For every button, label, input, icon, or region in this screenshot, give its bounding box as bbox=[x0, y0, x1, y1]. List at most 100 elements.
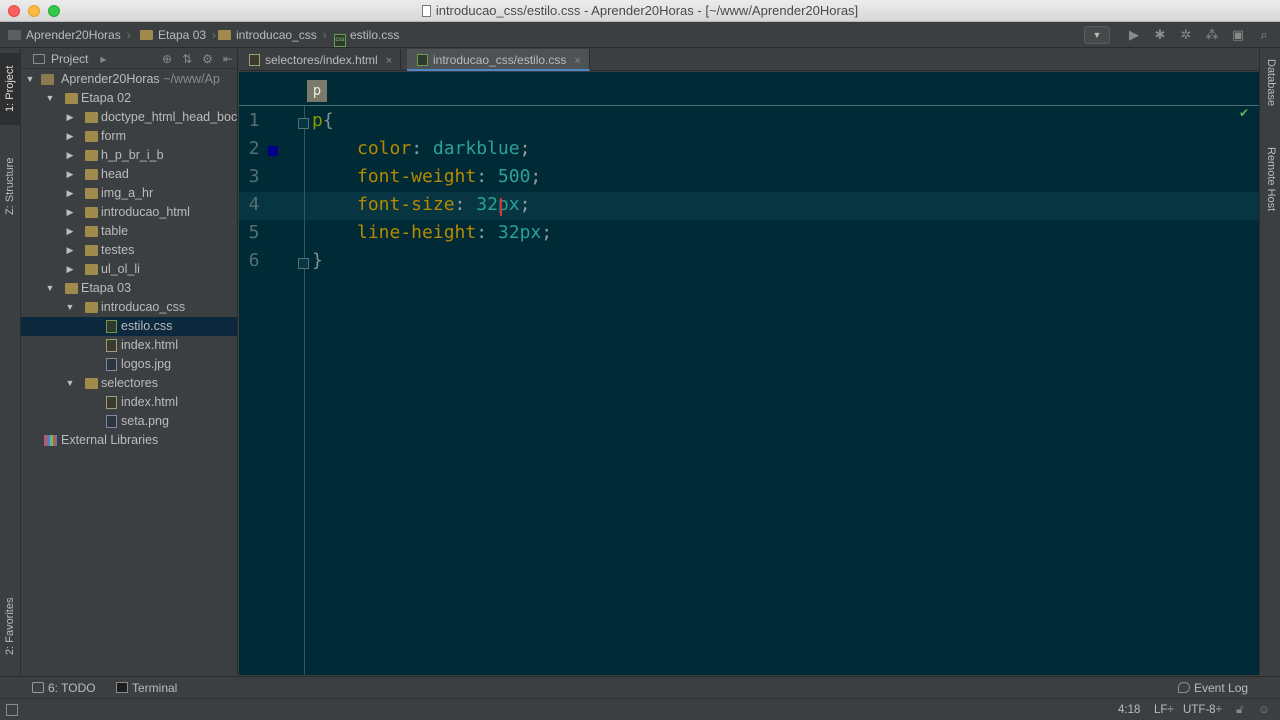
locate-file-icon[interactable]: ⊕ bbox=[162, 49, 172, 69]
triangle-down-icon[interactable]: ▼ bbox=[65, 374, 75, 393]
window-title-text: introducao_css/estilo.css - Aprender20Ho… bbox=[435, 3, 859, 18]
tree-folder-label: testes bbox=[101, 243, 135, 257]
fold-marker-icon[interactable] bbox=[298, 258, 309, 269]
code-line-5: line-height: 32px; bbox=[357, 222, 553, 243]
nav-crumb-label: Aprender20Horas bbox=[26, 28, 121, 42]
folder-icon bbox=[85, 131, 98, 142]
tree-root[interactable]: ▼ Aprender20Horas ~/www/Ap bbox=[21, 70, 237, 89]
triangle-right-icon[interactable]: ▶ bbox=[65, 127, 75, 146]
triangle-down-icon[interactable]: ▼ bbox=[45, 89, 55, 108]
tree-folder-etapa02[interactable]: ▼ Etapa 02 bbox=[21, 89, 237, 108]
fold-marker-icon[interactable] bbox=[298, 118, 309, 129]
triangle-right-icon[interactable]: ▶ bbox=[65, 222, 75, 241]
triangle-right-icon[interactable]: ▶ bbox=[65, 260, 75, 279]
tree-folder-selectores[interactable]: ▼ selectores bbox=[21, 374, 237, 393]
checkmark-icon: ✔ bbox=[1238, 106, 1249, 120]
nav-crumb-etapa03[interactable]: Etapa 03 › bbox=[140, 22, 216, 48]
search-everywhere-icon[interactable]: ⌕ bbox=[1254, 25, 1274, 45]
tree-folder-introducao-css[interactable]: ▼ introducao_css bbox=[21, 298, 237, 317]
tree-folder-form[interactable]: ▶ form bbox=[21, 127, 237, 146]
caret-position[interactable]: 4:18 bbox=[1118, 699, 1140, 720]
css-property: color bbox=[357, 138, 412, 159]
triangle-right-icon[interactable]: ▶ bbox=[65, 165, 75, 184]
folder-icon bbox=[41, 74, 54, 85]
nav-crumb-label: estilo.css bbox=[350, 28, 400, 42]
tree-folder-head[interactable]: ▶ head bbox=[21, 165, 237, 184]
tool-tab-label: 1: Project bbox=[4, 65, 16, 113]
todo-icon bbox=[32, 682, 44, 693]
speech-bubble-icon bbox=[1178, 682, 1190, 693]
stop-icon[interactable]: ▣ bbox=[1228, 25, 1248, 45]
caret-right-icon[interactable]: ▸ bbox=[100, 52, 106, 66]
tree-file-seta-png[interactable]: seta.png bbox=[21, 412, 237, 431]
line-number: 3 bbox=[248, 166, 260, 187]
triangle-right-icon[interactable]: ▶ bbox=[65, 108, 75, 127]
breadcrumb-tag-p[interactable]: p bbox=[307, 80, 327, 102]
close-tab-icon[interactable]: × bbox=[386, 55, 392, 67]
tree-folder-testes[interactable]: ▶ testes bbox=[21, 241, 237, 260]
event-log-label: Event Log bbox=[1194, 681, 1249, 695]
triangle-down-icon[interactable]: ▼ bbox=[45, 279, 55, 298]
html-file-icon bbox=[106, 339, 117, 352]
folder-icon bbox=[85, 302, 98, 313]
triangle-down-icon[interactable]: ▼ bbox=[25, 70, 35, 89]
triangle-right-icon[interactable]: ▶ bbox=[65, 184, 75, 203]
tab-introducao-css-estilo-css[interactable]: introducao_css/estilo.css × bbox=[407, 49, 590, 71]
tree-folder-table[interactable]: ▶ table bbox=[21, 222, 237, 241]
editor-breadcrumb: p bbox=[239, 72, 1259, 106]
tree-folder-label: head bbox=[101, 167, 129, 181]
tree-file-estilo-css[interactable]: estilo.css bbox=[21, 317, 237, 336]
run-config-dropdown[interactable]: ▼ bbox=[1084, 26, 1110, 44]
tree-root-name: Aprender20Horas bbox=[61, 72, 160, 86]
tool-tab-remote-host[interactable]: Remote Host bbox=[1260, 147, 1280, 237]
coverage-icon[interactable]: ✲ bbox=[1176, 25, 1196, 45]
line-separator-selector[interactable]: LF÷ bbox=[1154, 699, 1174, 720]
color-swatch-darkblue[interactable] bbox=[268, 146, 278, 156]
terminal-tool-button[interactable]: Terminal bbox=[116, 677, 177, 699]
profile-icon[interactable]: ⁂ bbox=[1202, 25, 1222, 45]
tree-folder-label: introducao_css bbox=[101, 300, 186, 314]
tool-tab-label: Z: Structure bbox=[4, 157, 16, 215]
tree-file-label: seta.png bbox=[121, 414, 169, 428]
encoding-selector[interactable]: UTF-8÷ bbox=[1183, 699, 1222, 720]
tree-file-index-html[interactable]: index.html bbox=[21, 336, 237, 355]
settings-gear-icon[interactable]: ⚙ bbox=[202, 49, 213, 69]
run-icon[interactable]: ▶ bbox=[1124, 25, 1144, 45]
lock-icon[interactable]: 🔓︎ bbox=[1236, 699, 1243, 720]
tool-tab-favorites[interactable]: 2: Favorites bbox=[0, 581, 21, 671]
left-tool-strip: 1: Project Z: Structure 2: Favorites bbox=[0, 49, 21, 675]
nav-crumb-introducao-css[interactable]: introducao_css › bbox=[218, 22, 327, 48]
tool-tab-structure[interactable]: Z: Structure bbox=[0, 145, 21, 227]
tree-folder-h-p-br-i-b[interactable]: ▶ h_p_br_i_b bbox=[21, 146, 237, 165]
todo-tool-button[interactable]: 6: TODO bbox=[32, 677, 96, 699]
tool-tab-project[interactable]: 1: Project bbox=[0, 53, 21, 125]
debug-icon[interactable]: ✱ bbox=[1150, 25, 1170, 45]
tab-selectores-index-html[interactable]: selectores/index.html × bbox=[239, 49, 402, 71]
close-tab-icon[interactable]: × bbox=[574, 55, 580, 67]
folder-icon bbox=[8, 30, 21, 40]
tree-folder-img-a-hr[interactable]: ▶ img_a_hr bbox=[21, 184, 237, 203]
triangle-right-icon[interactable]: ▶ bbox=[65, 241, 75, 260]
tree-folder-doctype[interactable]: ▶ doctype_html_head_boc bbox=[21, 108, 237, 127]
tree-file-selectores-index-html[interactable]: index.html bbox=[21, 393, 237, 412]
nav-crumb-project[interactable]: Aprender20Horas › bbox=[8, 22, 131, 48]
triangle-right-icon[interactable]: ▶ bbox=[65, 146, 75, 165]
triangle-down-icon[interactable]: ▼ bbox=[65, 298, 75, 317]
tree-folder-introducao-html[interactable]: ▶ introducao_html bbox=[21, 203, 237, 222]
run-toolbar: ▼ ▶ ✱ ✲ ⁂ ▣ ⌕ bbox=[1084, 25, 1274, 45]
collapse-all-icon[interactable]: ⇅ bbox=[182, 49, 192, 69]
nav-crumb-estilo-css[interactable]: css estilo.css bbox=[334, 22, 399, 48]
tree-file-logos-jpg[interactable]: logos.jpg bbox=[21, 355, 237, 374]
css-file-icon bbox=[417, 54, 428, 66]
tree-folder-etapa03[interactable]: ▼ Etapa 03 bbox=[21, 279, 237, 298]
tool-windows-toggle-icon[interactable] bbox=[6, 704, 18, 716]
project-panel-title[interactable]: Project bbox=[51, 52, 88, 66]
code-editor[interactable]: p ✔ 1 2 3 4 5 6 p{ color: darkblue; font… bbox=[239, 72, 1259, 675]
tool-tab-database[interactable]: Database bbox=[1260, 59, 1280, 129]
inspector-icon[interactable]: ☺︎ bbox=[1258, 699, 1270, 720]
event-log-button[interactable]: Event Log bbox=[1178, 677, 1248, 699]
tree-folder-ul-ol-li[interactable]: ▶ ul_ol_li bbox=[21, 260, 237, 279]
tree-external-libraries[interactable]: External Libraries bbox=[21, 431, 237, 450]
triangle-right-icon[interactable]: ▶ bbox=[65, 203, 75, 222]
hide-panel-icon[interactable]: ⇤ bbox=[223, 49, 233, 69]
